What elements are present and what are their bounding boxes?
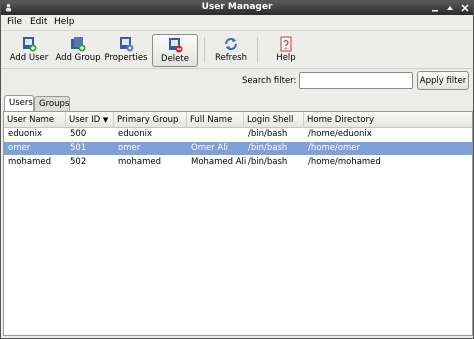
column-header-user-id[interactable]: User ID ▼ [66, 112, 114, 128]
properties-button[interactable]: Properties [104, 34, 148, 67]
minimize-icon[interactable] [429, 2, 441, 14]
tab-groups[interactable]: Groups [34, 96, 70, 111]
user-manager-window: User Manager File Edit Help Add User Add… [0, 0, 474, 339]
refresh-button[interactable]: Refresh [211, 34, 251, 67]
add-user-button[interactable]: Add User [6, 34, 52, 67]
menu-bar: File Edit Help [1, 15, 473, 31]
table-row[interactable]: eduonix 500 eduonix /bin/bash /home/eduo… [4, 128, 472, 141]
menu-file[interactable]: File [7, 17, 22, 27]
column-header-user-name[interactable]: User Name [4, 112, 66, 128]
toolbar: Add User Add Group Properties Delete Ref… [1, 31, 473, 69]
column-header-full-name[interactable]: Full Name [187, 112, 244, 128]
window-title: User Manager [201, 2, 273, 12]
properties-label: Properties [104, 53, 148, 63]
add-group-button[interactable]: Add Group [55, 34, 101, 67]
add-group-icon [71, 37, 86, 52]
apply-filter-button[interactable]: Apply filter [417, 71, 469, 90]
toolbar-separator [257, 37, 258, 63]
delete-icon [169, 38, 183, 53]
properties-icon [120, 37, 134, 52]
search-filter-input[interactable] [299, 72, 413, 89]
table-header: User Name User ID ▼ Primary Group Full N… [4, 112, 472, 128]
column-header-primary-group[interactable]: Primary Group [114, 112, 187, 128]
refresh-icon [225, 38, 237, 50]
close-icon[interactable] [459, 2, 471, 14]
delete-label: Delete [161, 54, 189, 64]
help-label: Help [276, 53, 296, 63]
add-group-label: Add Group [55, 53, 101, 63]
tab-users[interactable]: Users [4, 95, 34, 112]
help-icon [280, 36, 292, 52]
title-bar[interactable]: User Manager [1, 1, 473, 15]
refresh-label: Refresh [214, 53, 248, 63]
table-row-selected[interactable]: omer 501 omer Omer Ali /bin/bash /home/o… [4, 142, 472, 155]
add-user-label: Add User [9, 53, 49, 63]
column-header-login-shell[interactable]: Login Shell [244, 112, 304, 128]
menu-edit[interactable]: Edit [30, 17, 47, 27]
column-header-home-directory[interactable]: Home Directory [304, 112, 472, 128]
table-row[interactable]: mohamed 502 mohamed Mohamed Ali /bin/bas… [4, 156, 472, 169]
search-filter-label: Search filter: [242, 76, 297, 86]
menu-help[interactable]: Help [54, 17, 75, 27]
toolbar-separator [204, 37, 205, 63]
help-button[interactable]: Help [267, 34, 305, 67]
users-panel: User Name User ID ▼ Primary Group Full N… [3, 111, 473, 336]
delete-button[interactable]: Delete [152, 34, 198, 67]
maximize-icon[interactable] [444, 2, 456, 14]
sort-descending-icon: ▼ [102, 116, 109, 124]
add-user-icon [23, 37, 37, 52]
